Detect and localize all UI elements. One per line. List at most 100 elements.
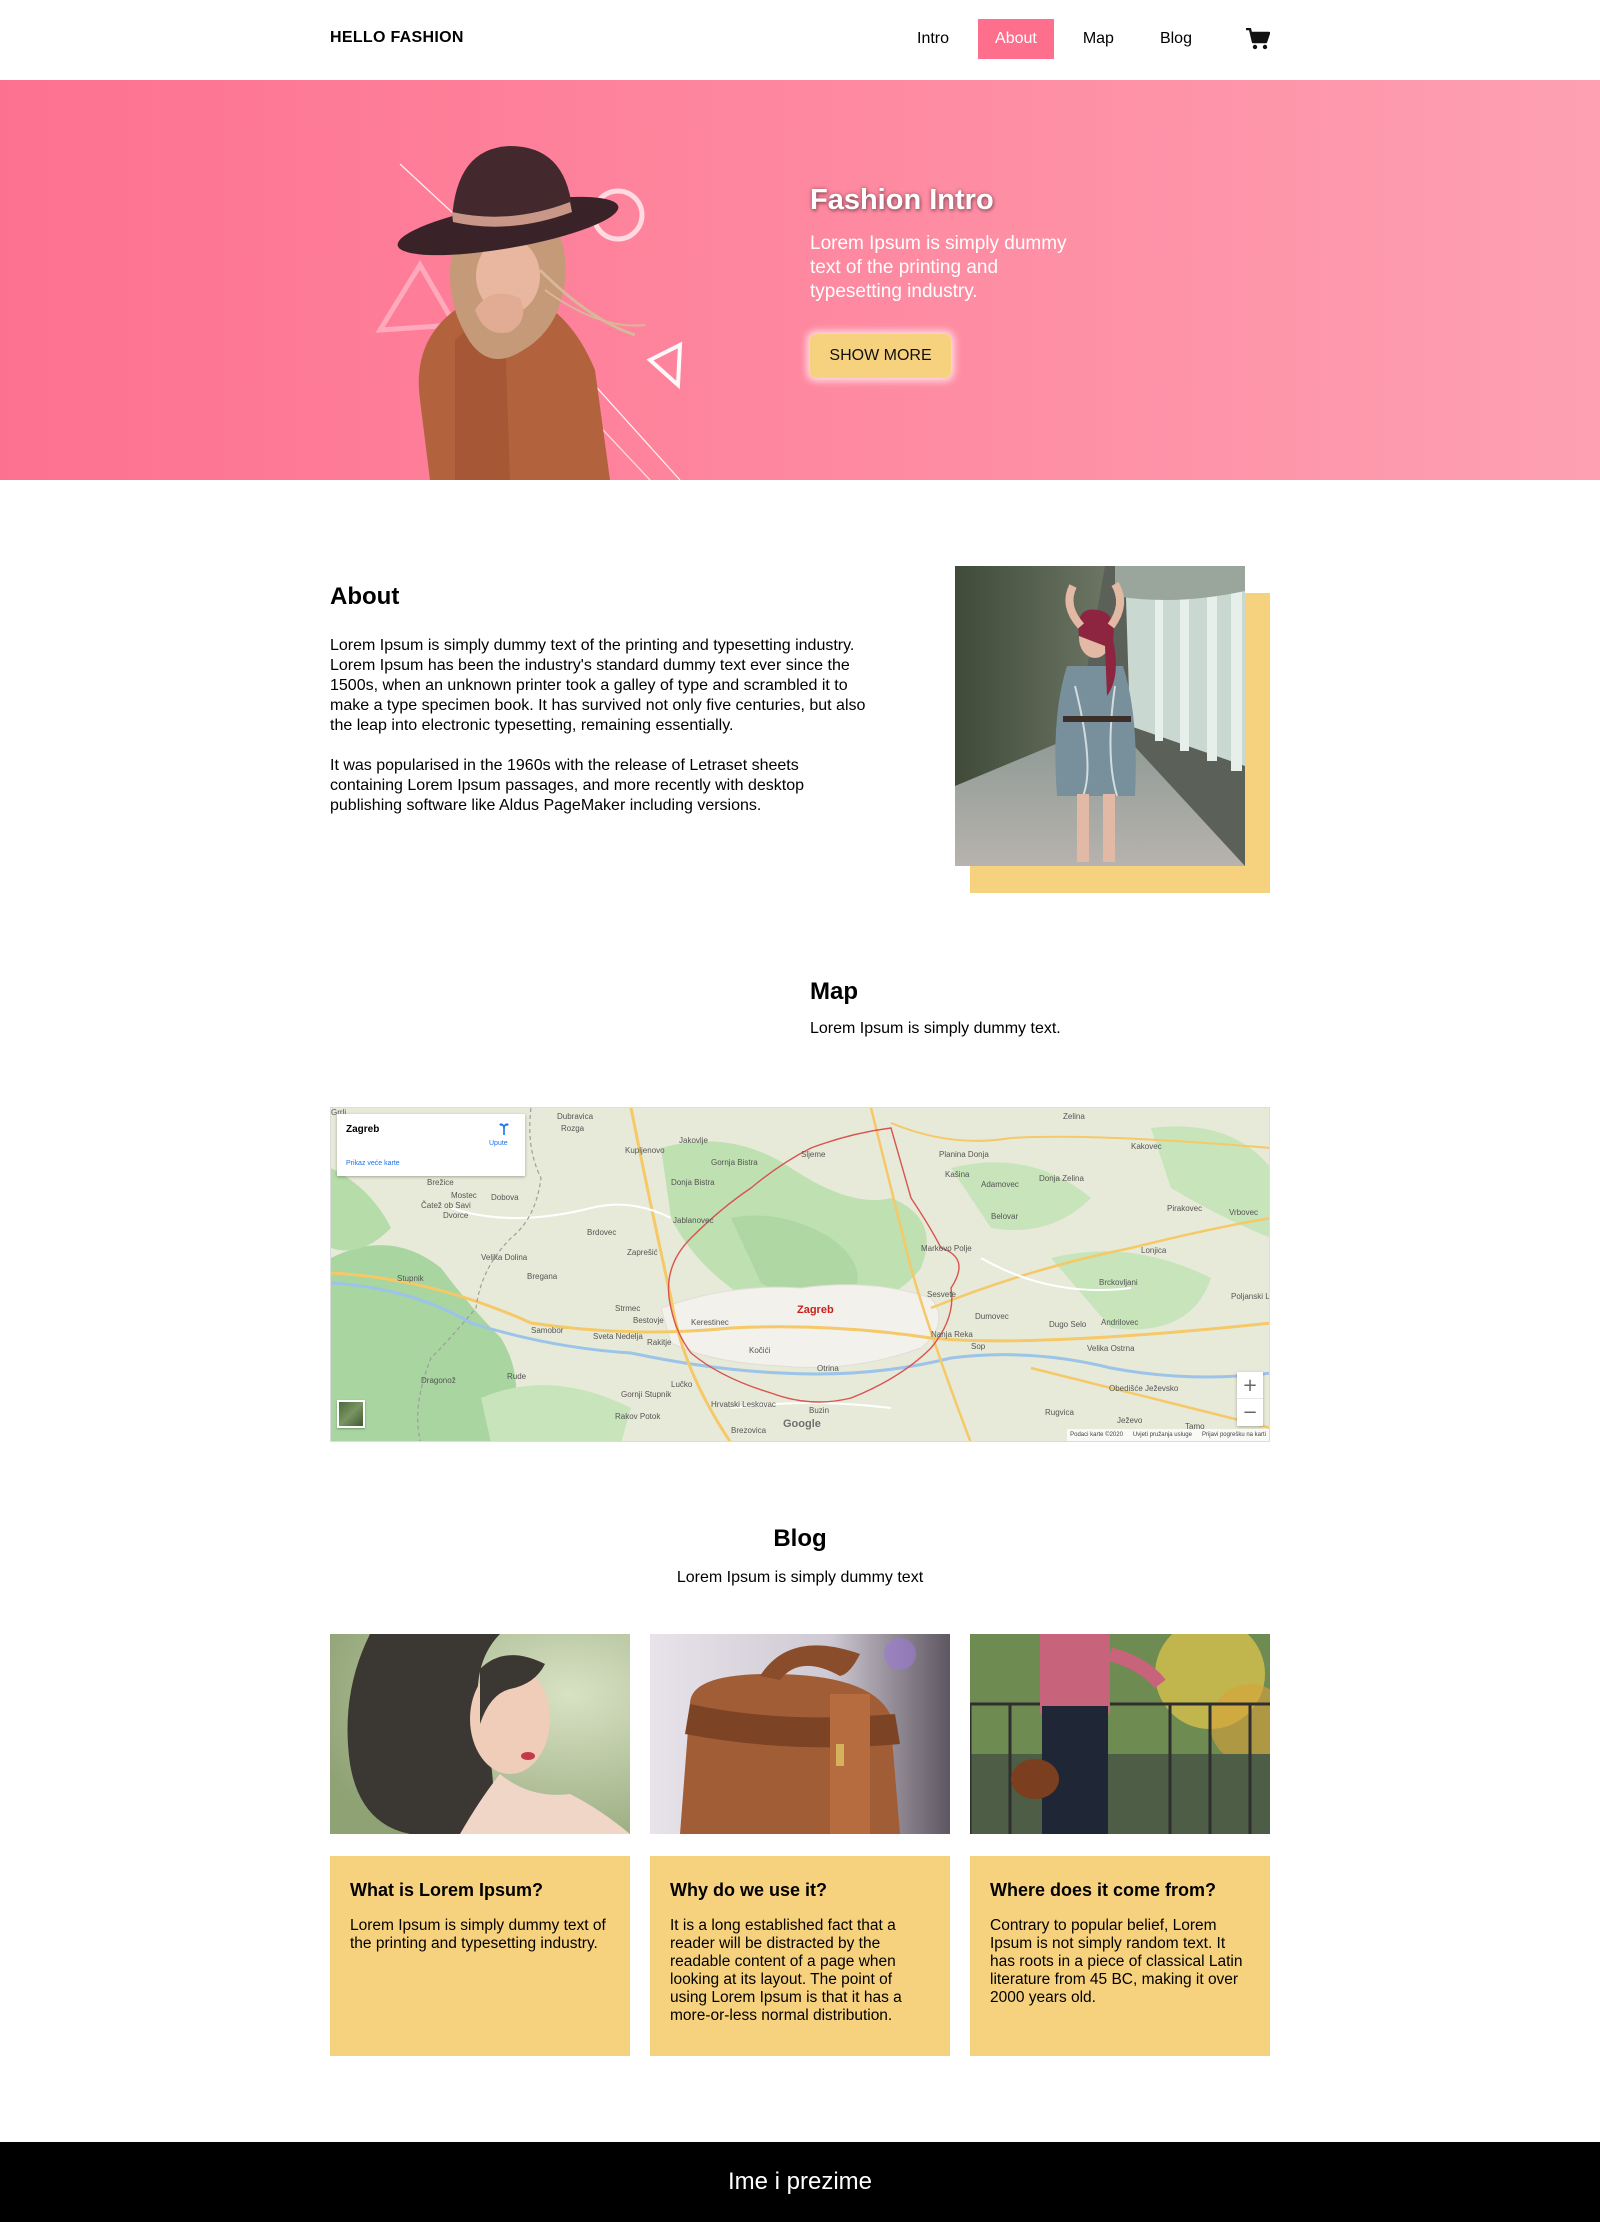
map-place-label: Brezovica — [731, 1426, 767, 1435]
map-place-label: Rakitje — [647, 1338, 672, 1347]
blog-card-title[interactable]: What is Lorem Ipsum? — [350, 1880, 610, 1901]
satellite-toggle[interactable] — [337, 1400, 365, 1428]
blog-card-title[interactable]: Why do we use it? — [670, 1880, 930, 1901]
map-place-label: Velika Dolina — [481, 1253, 528, 1262]
hero-text: Lorem Ipsum is simply dummy text of the … — [810, 233, 1067, 302]
brand-logo[interactable]: HELLO FASHION — [330, 29, 464, 47]
map-place-label: Sveta Nedelja — [593, 1332, 643, 1341]
hero-section: Fashion Intro Lorem Ipsum is simply dumm… — [0, 80, 1600, 480]
map-place-label: Zelina — [1063, 1112, 1085, 1121]
nav-item-about[interactable]: About — [978, 19, 1054, 59]
map-place-label: Zaprešić — [627, 1248, 658, 1257]
map-place-label: Brdovec — [587, 1228, 617, 1237]
blog-card[interactable]: Where does it come from? Contrary to pop… — [970, 1856, 1270, 2056]
map-place-label: Kašina — [945, 1170, 970, 1179]
map-place-label: Brežice — [427, 1178, 454, 1187]
blog-post-image[interactable] — [970, 1634, 1270, 1834]
map-place-label: Brckovljani — [1099, 1278, 1138, 1287]
map-place-label: Dragonož — [421, 1376, 456, 1385]
map-place-label: Andrilovec — [1101, 1318, 1139, 1327]
map-card-city: Zagreb — [346, 1124, 380, 1135]
map-place-label: Vrbovec — [1229, 1208, 1259, 1217]
map-place-label: Ježevo — [1117, 1416, 1143, 1425]
map-place-label: Jablanovec — [673, 1216, 714, 1225]
map-place-label: Nanja Reka — [931, 1330, 973, 1339]
map-title: Map — [810, 978, 858, 1005]
map-place-label: Jakovlje — [679, 1136, 708, 1145]
map-place-label: Rude — [507, 1372, 527, 1381]
about-title: About — [330, 583, 400, 610]
google-logo: Google — [783, 1418, 821, 1430]
map-terms-link[interactable]: Uvjeti pružanja usluge — [1133, 1429, 1192, 1441]
about-paragraph-2: It was popularised in the 1960s with the… — [330, 757, 805, 814]
blog-post-image[interactable] — [330, 1634, 630, 1834]
map-place-label: Lonjica — [1141, 1246, 1167, 1255]
site-footer: Ime i prezime — [0, 2142, 1600, 2222]
map-place-label: Velika Ostrna — [1087, 1344, 1135, 1353]
map-place-label: Markovo Polje — [921, 1244, 972, 1253]
map-place-label: Sljeme — [801, 1150, 826, 1159]
map-place-label: Bregana — [527, 1272, 558, 1281]
map-place-label: Sop — [971, 1342, 986, 1351]
blog-card-text: It is a long established fact that a rea… — [670, 1917, 902, 2024]
map-place-label: Belovar — [991, 1212, 1019, 1221]
map-place-label: Stupnik — [397, 1274, 424, 1283]
map-place-label: Bestovje — [633, 1316, 664, 1325]
map-place-label: Rozga — [561, 1124, 585, 1133]
main-nav: Intro About Map Blog — [900, 19, 1221, 59]
map-place-label: Kočići — [749, 1346, 771, 1355]
map-place-label: Dvorce — [443, 1211, 469, 1220]
map-place-label: Poljanski Lug — [1231, 1292, 1270, 1301]
nav-item-map[interactable]: Map — [1066, 19, 1131, 59]
map-place-label: Kakovec — [1131, 1142, 1162, 1151]
map-place-label: Dumovec — [975, 1312, 1009, 1321]
map-place-label: Buzin — [809, 1406, 830, 1415]
about-paragraph-1: Lorem Ipsum is simply dummy text of the … — [330, 637, 866, 734]
map-report-link[interactable]: Prijavi pogrešku na karti — [1202, 1429, 1266, 1441]
map-place-label: Pirakovec — [1167, 1204, 1203, 1213]
blog-card-title[interactable]: Where does it come from? — [990, 1880, 1250, 1901]
zoom-in-button[interactable]: + — [1237, 1372, 1263, 1399]
map-place-label: Adamovec — [981, 1180, 1019, 1189]
hero-title: Fashion Intro — [810, 184, 994, 216]
nav-item-intro[interactable]: Intro — [900, 19, 966, 59]
map-place-label: Kerestinec — [691, 1318, 729, 1327]
blog-card[interactable]: Why do we use it? It is a long establish… — [650, 1856, 950, 2056]
blog-subtitle: Lorem Ipsum is simply dummy text — [676, 1569, 924, 1586]
map-place-label: Strmec — [615, 1304, 641, 1313]
hero-model-illustration — [375, 146, 683, 480]
embedded-map[interactable]: Dubravica Rozga Jakovlje Kupljenovo Gorn… — [330, 1107, 1270, 1442]
map-place-label: Obedišće Ježevsko — [1109, 1384, 1179, 1393]
about-model-photo — [955, 566, 1245, 866]
map-place-label: Rakov Potok — [615, 1412, 661, 1421]
map-place-label: Otrina — [817, 1364, 839, 1373]
map-place-label: Samobor — [531, 1326, 564, 1335]
zoom-controls: + − — [1237, 1372, 1263, 1426]
map-place-label: Rugvica — [1045, 1408, 1074, 1417]
map-place-label: Lučko — [671, 1380, 693, 1389]
map-place-label: Dugo Selo — [1049, 1320, 1087, 1329]
directions-icon[interactable] — [497, 1122, 511, 1136]
shopping-cart-icon[interactable] — [1246, 28, 1270, 50]
map-place-label: Kupljenovo — [625, 1146, 665, 1155]
map-place-label: Planina Donja — [939, 1150, 989, 1159]
blog-post-image[interactable] — [650, 1634, 950, 1834]
blog-card[interactable]: What is Lorem Ipsum? Lorem Ipsum is simp… — [330, 1856, 630, 2056]
nav-item-blog[interactable]: Blog — [1143, 19, 1209, 59]
map-place-card: Zagreb Upute Prikaz veće karte — [337, 1114, 525, 1176]
map-place-label: Gornja Bistra — [711, 1158, 758, 1167]
map-place-label: Čatež ob Savi — [421, 1201, 471, 1210]
view-larger-map-link[interactable]: Prikaz veće karte — [346, 1160, 400, 1167]
map-city-label-zagreb: Zagreb — [797, 1304, 834, 1316]
blog-card-text: Contrary to popular belief, Lorem Ipsum … — [990, 1917, 1243, 2006]
zoom-out-button[interactable]: − — [1237, 1399, 1263, 1426]
blog-title: Blog — [773, 1525, 827, 1552]
show-more-button[interactable]: SHOW MORE — [810, 334, 951, 378]
map-place-label: Dubravica — [557, 1112, 594, 1121]
blog-card-text: Lorem Ipsum is simply dummy text of the … — [350, 1917, 606, 1952]
map-place-label: Sesvete — [927, 1290, 956, 1299]
directions-link[interactable]: Upute — [489, 1140, 508, 1147]
map-place-label: Hrvatski Leskovac — [711, 1400, 776, 1409]
map-place-label: Mostec — [451, 1191, 477, 1200]
map-place-label: Gornji Stupnik — [621, 1390, 672, 1399]
